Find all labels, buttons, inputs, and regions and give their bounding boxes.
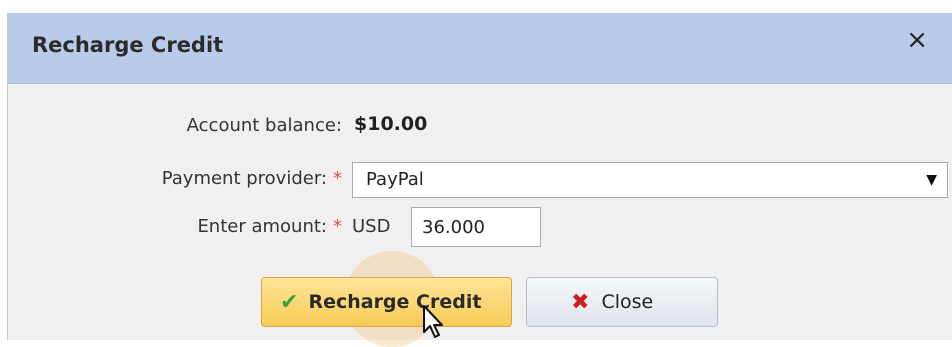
account-balance-label-text: Account balance:: [186, 115, 342, 136]
x-icon: ✖: [571, 289, 590, 315]
recharge-credit-dialog: Recharge Credit × Account balance: $10.0…: [7, 13, 952, 347]
close-icon[interactable]: ×: [906, 27, 928, 53]
dropdown-arrow-icon: ▼: [926, 172, 937, 188]
required-marker: *: [333, 168, 342, 189]
required-marker: *: [333, 216, 342, 237]
recharge-credit-button[interactable]: ✔ Recharge Credit: [261, 277, 512, 327]
account-balance-label: Account balance:: [22, 115, 342, 136]
payment-provider-label: Payment provider: *: [22, 168, 342, 189]
amount-input[interactable]: [411, 207, 541, 247]
enter-amount-label-text: Enter amount:: [197, 216, 327, 237]
dialog-title: Recharge Credit: [32, 33, 224, 57]
close-button[interactable]: ✖ Close: [526, 277, 718, 327]
payment-provider-select[interactable]: PayPal ▼: [352, 162, 948, 198]
enter-amount-label: Enter amount: *: [22, 216, 342, 237]
account-balance-value: $10.00: [354, 113, 428, 135]
payment-provider-value: PayPal: [366, 169, 424, 190]
recharge-credit-button-label: Recharge Credit: [308, 291, 482, 313]
close-button-label: Close: [601, 291, 654, 313]
currency-label: USD: [352, 216, 391, 237]
dialog-titlebar: Recharge Credit ×: [8, 13, 952, 84]
payment-provider-label-text: Payment provider:: [161, 168, 327, 189]
check-icon: ✔: [280, 289, 299, 315]
